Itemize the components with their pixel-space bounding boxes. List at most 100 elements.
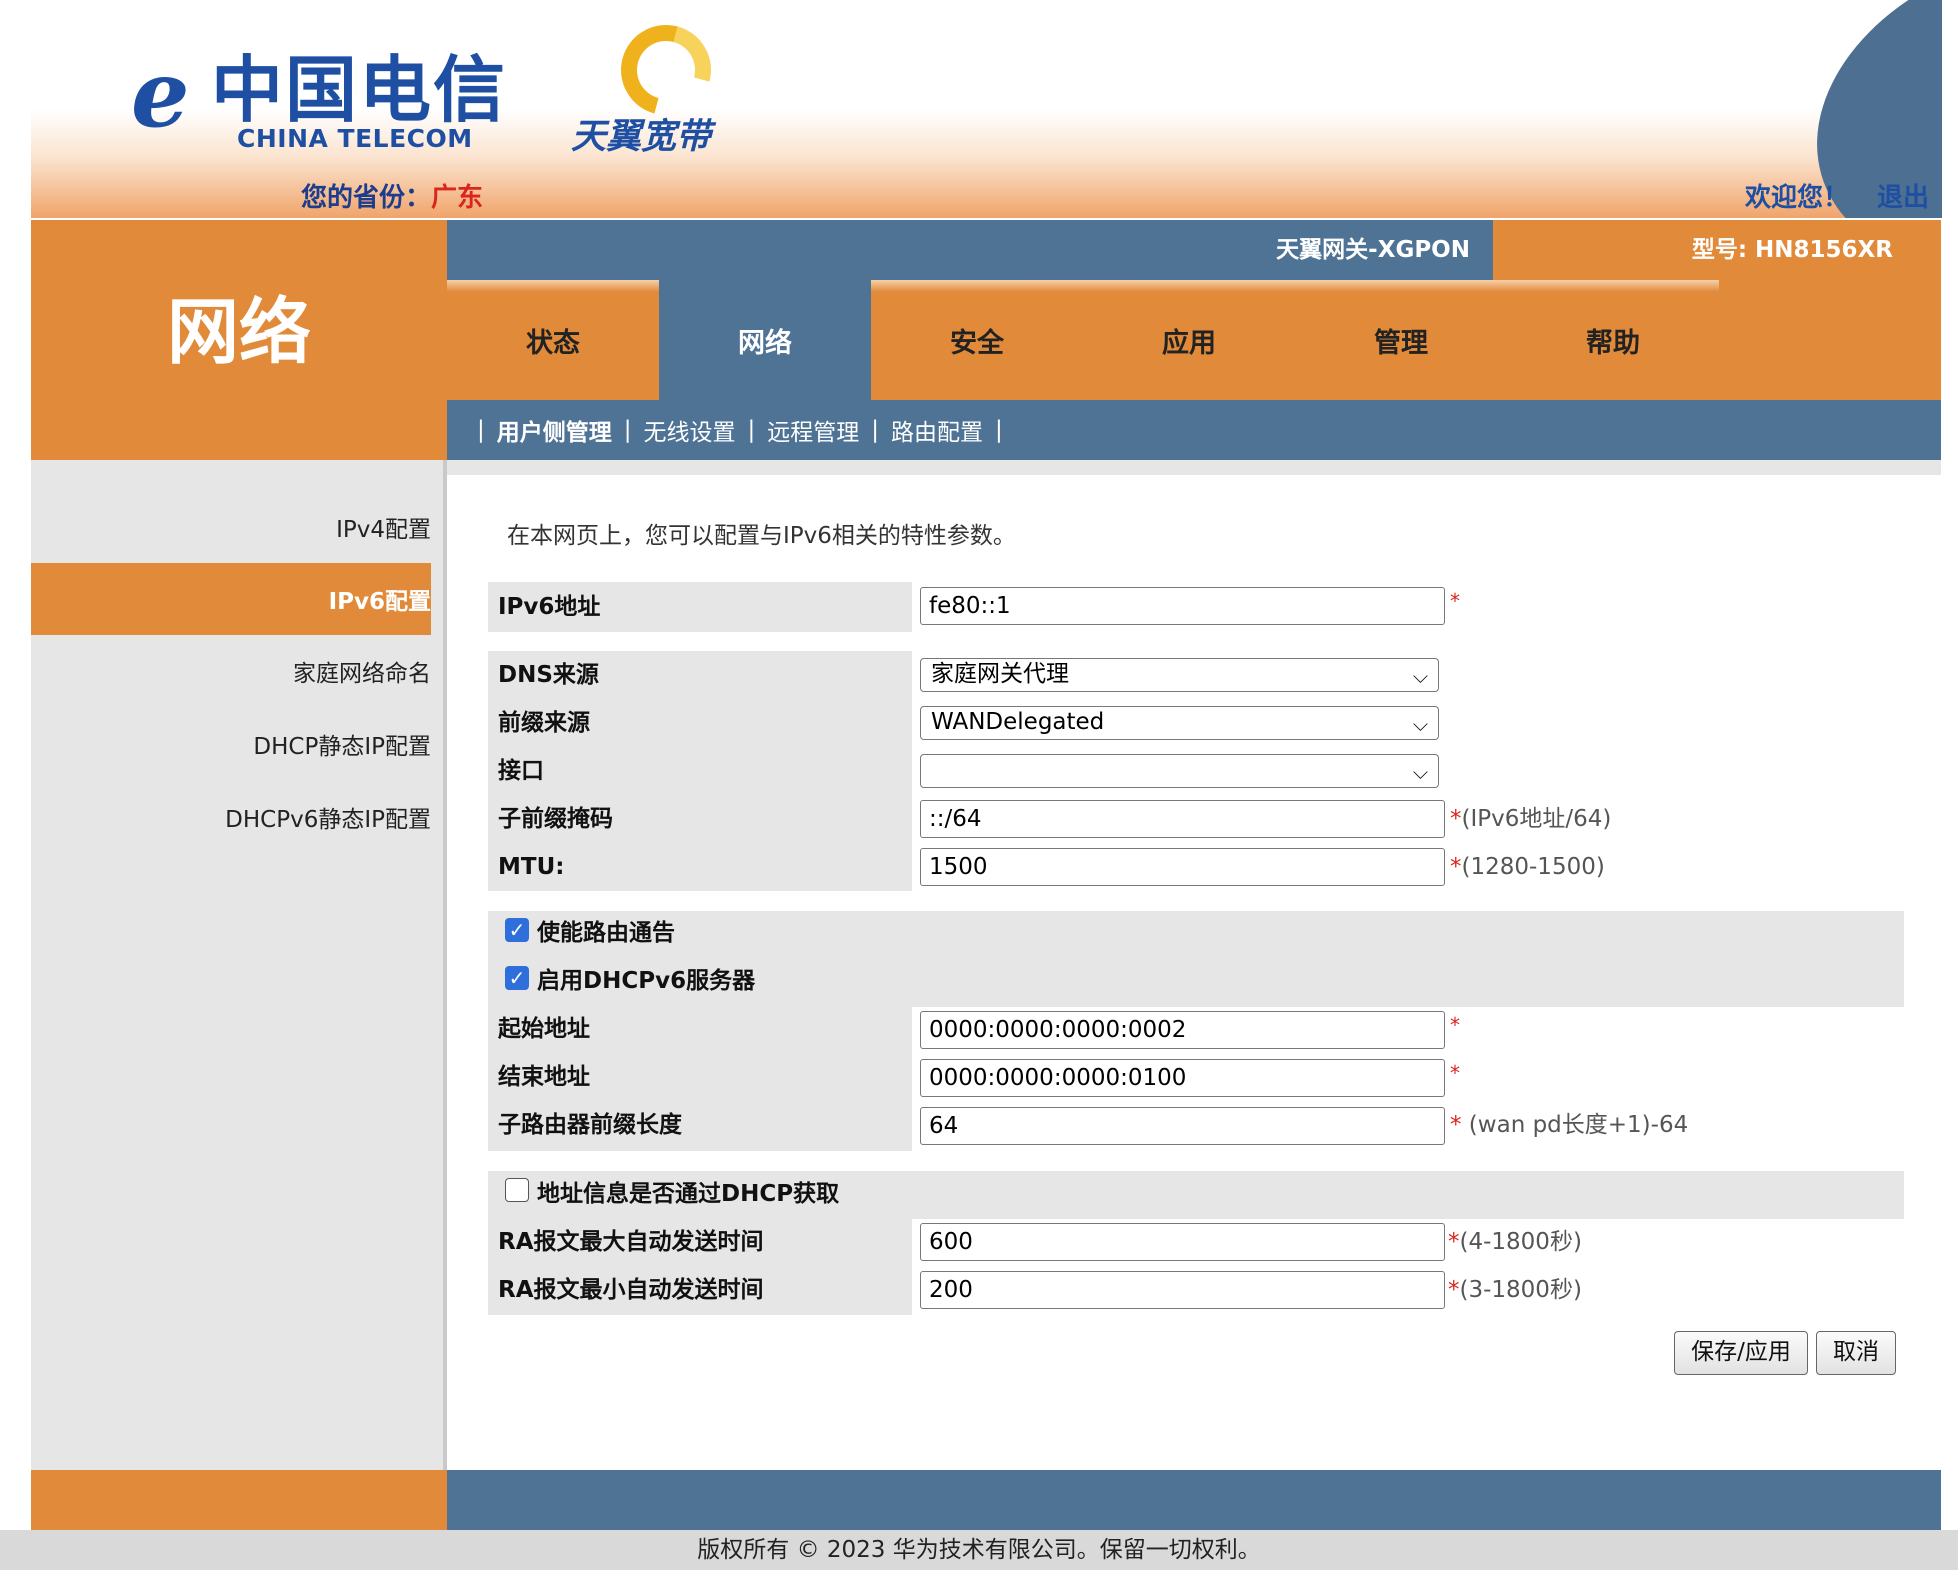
subnav-separator: |	[995, 417, 1003, 443]
main-tabs: 状态 网络 安全 应用 管理 帮助	[447, 280, 1941, 400]
enable-ra-label: 使能路由通告	[537, 920, 675, 946]
footer-blue-bar	[447, 1470, 1941, 1530]
dns-source-select[interactable]: 家庭网关代理 ⌵	[920, 658, 1439, 692]
tab-network[interactable]: 网络	[659, 280, 871, 400]
prefix-source-select[interactable]: WANDelegated ⌵	[920, 706, 1439, 740]
sidebar-item-dhcp-static-ip[interactable]: DHCP静态IP配置	[31, 708, 431, 780]
copyright-bar: 版权所有 © 2023 华为技术有限公司。保留一切权利。	[0, 1530, 1958, 1570]
subrouter-prefix-length-hint-text: (wan pd长度+1)-64	[1461, 1112, 1689, 1138]
tab-management[interactable]: 管理	[1295, 280, 1507, 400]
section-title: 网络	[166, 290, 311, 374]
ra-max-interval-input[interactable]	[920, 1223, 1445, 1261]
required-marker: *	[1450, 589, 1460, 613]
addr-via-dhcp-checkbox[interactable]	[505, 1178, 529, 1202]
start-address-label: 起始地址	[498, 1016, 590, 1042]
required-marker: *	[1450, 1061, 1460, 1085]
tab-security[interactable]: 安全	[871, 280, 1083, 400]
device-info-bar: 天翼网关-XGPON 型号: HN8156XR	[447, 220, 1941, 280]
tab-help[interactable]: 帮助	[1507, 280, 1719, 400]
ra-max-interval-label: RA报文最大自动发送时间	[498, 1229, 764, 1255]
required-marker: *	[1448, 1229, 1460, 1255]
end-address-input[interactable]	[920, 1059, 1445, 1097]
required-marker: *	[1450, 1013, 1460, 1037]
cancel-button[interactable]: 取消	[1816, 1331, 1896, 1375]
sidebar-item-home-network-naming[interactable]: 家庭网络命名	[31, 635, 431, 707]
ipv6-address-input[interactable]	[920, 587, 1445, 625]
province-value: 广东	[431, 183, 484, 213]
ra-min-interval-input[interactable]	[920, 1271, 1445, 1309]
ra-max-interval-hint: *(4-1800秒)	[1448, 1227, 1582, 1257]
ipv6-address-label: IPv6地址	[498, 594, 601, 620]
mtu-hint-text: (1280-1500)	[1461, 854, 1605, 880]
sidebar-item-ipv4-config[interactable]: IPv4配置	[31, 491, 431, 563]
save-apply-button[interactable]: 保存/应用	[1674, 1331, 1808, 1375]
sub-navigation: | 用户侧管理 | 无线设置 | 远程管理 | 路由配置 |	[447, 400, 1941, 460]
subnav-separator: |	[623, 417, 632, 443]
subnav-routing-config[interactable]: 路由配置	[891, 413, 983, 447]
start-address-input[interactable]	[920, 1011, 1445, 1049]
mtu-label: MTU:	[498, 854, 565, 880]
subrouter-prefix-length-input[interactable]	[920, 1107, 1445, 1145]
subprefix-mask-hint: *(IPv6地址/64)	[1450, 804, 1611, 834]
welcome-text: 欢迎您！	[1745, 183, 1850, 213]
content-top-divider	[447, 460, 1941, 475]
header-banner: e 中国电信 CHINA TELECOM 天翼宽带 您的省份：广东 欢迎您！ 退…	[31, 0, 1942, 218]
sidebar-item-dhcpv6-static-ip[interactable]: DHCPv6静态IP配置	[31, 781, 431, 853]
end-address-label: 结束地址	[498, 1064, 590, 1090]
page-intro: 在本网页上，您可以配置与IPv6相关的特性参数。	[507, 523, 1016, 549]
prefix-source-label: 前缀来源	[498, 710, 590, 736]
enable-ra-checkbox[interactable]: ✓	[505, 918, 529, 942]
china-telecom-logo: e 中国电信 CHINA TELECOM	[131, 48, 521, 158]
section-block: 网络	[31, 220, 447, 460]
model-box: 型号: HN8156XR	[1493, 220, 1941, 280]
ra-min-interval-label: RA报文最小自动发送时间	[498, 1277, 764, 1303]
subnav-separator: |	[477, 417, 485, 443]
interface-label: 接口	[498, 758, 544, 784]
ipv6-config-panel: 在本网页上，您可以配置与IPv6相关的特性参数。 IPv6地址 * DNS来源 …	[447, 475, 1941, 1470]
required-marker: *	[1448, 1277, 1460, 1303]
enable-dhcpv6-checkbox[interactable]: ✓	[505, 966, 529, 990]
interface-select[interactable]: ⌵	[920, 754, 1439, 788]
sidebar-item-label: DHCPv6静态IP配置	[225, 807, 431, 833]
tianyi-swirl-icon	[604, 8, 728, 132]
province-label: 您的省份：	[301, 183, 432, 213]
subprefix-mask-label: 子前缀掩码	[498, 806, 613, 832]
sidebar-item-label: IPv6配置	[328, 589, 431, 615]
footer-orange-bar	[31, 1470, 447, 1530]
mtu-input[interactable]	[920, 848, 1445, 886]
tab-status[interactable]: 状态	[447, 280, 659, 400]
ra-min-interval-hint: *(3-1800秒)	[1448, 1275, 1582, 1305]
sidebar-item-label: 家庭网络命名	[293, 661, 431, 687]
subrouter-prefix-length-hint: * (wan pd长度+1)-64	[1450, 1110, 1688, 1140]
required-marker: *	[1450, 806, 1462, 832]
chevron-down-icon: ⌵	[1412, 712, 1428, 736]
subnav-remote-management[interactable]: 远程管理	[767, 413, 859, 447]
required-marker: *	[1450, 854, 1462, 880]
sidebar-item-ipv6-config[interactable]: IPv6配置	[31, 563, 431, 635]
copyright-text: 版权所有 © 2023 华为技术有限公司。保留一切权利。	[697, 1537, 1261, 1563]
subprefix-mask-hint-text: (IPv6地址/64)	[1461, 806, 1612, 832]
router-admin-page: e 中国电信 CHINA TELECOM 天翼宽带 您的省份：广东 欢迎您！ 退…	[0, 0, 1958, 1580]
sidebar: IPv4配置 IPv6配置 家庭网络命名 DHCP静态IP配置 DHCPv6静态…	[31, 460, 449, 1470]
tianyi-logo-text: 天翼宽带	[571, 117, 712, 157]
subnav-user-side-management[interactable]: 用户侧管理	[497, 413, 612, 447]
chevron-down-icon: ⌵	[1412, 760, 1428, 784]
logout-link[interactable]: 退出	[1877, 181, 1929, 215]
subnav-wireless-settings[interactable]: 无线设置	[644, 413, 736, 447]
ra-min-interval-hint-text: (3-1800秒)	[1459, 1277, 1582, 1303]
province-indicator: 您的省份：广东	[301, 181, 483, 215]
tianyi-broadband-logo: 天翼宽带	[571, 8, 741, 165]
addr-via-dhcp-label: 地址信息是否通过DHCP获取	[537, 1181, 840, 1207]
subnav-separator: |	[871, 417, 879, 443]
subprefix-mask-input[interactable]	[920, 800, 1445, 838]
sidebar-item-label: IPv4配置	[336, 517, 431, 543]
mtu-hint: *(1280-1500)	[1450, 852, 1605, 882]
dns-source-value: 家庭网关代理	[931, 661, 1069, 687]
dns-source-label: DNS来源	[498, 662, 599, 688]
subnav-separator: |	[747, 417, 756, 443]
tab-applications[interactable]: 应用	[1083, 280, 1295, 400]
chevron-down-icon: ⌵	[1412, 664, 1428, 688]
ra-max-interval-hint-text: (4-1800秒)	[1459, 1229, 1582, 1255]
prefix-source-value: WANDelegated	[931, 709, 1105, 735]
china-telecom-e-icon: e	[131, 40, 190, 148]
